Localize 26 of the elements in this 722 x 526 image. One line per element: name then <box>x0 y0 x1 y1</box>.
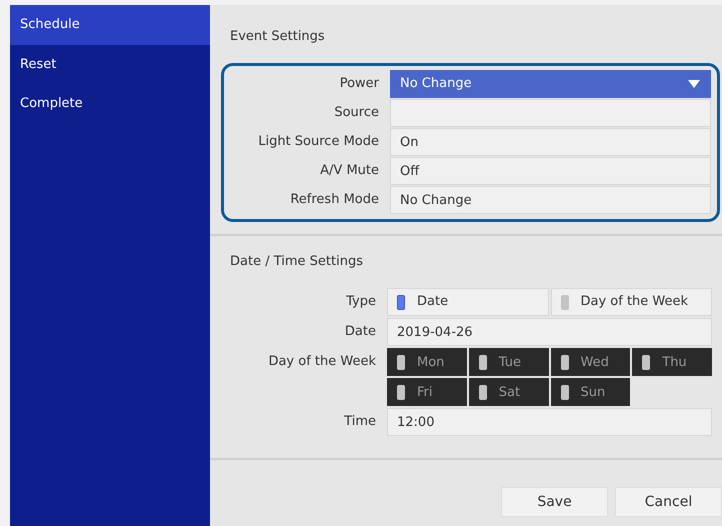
time-field[interactable]: 12:00 <box>387 408 712 436</box>
cancel-button[interactable]: Cancel <box>615 487 722 517</box>
field-label: Date <box>344 323 377 341</box>
radio-option[interactable]: Day of the Week <box>550 288 712 316</box>
field-label: Power <box>338 75 380 93</box>
value-field[interactable] <box>390 99 711 127</box>
power-dropdown[interactable]: No Change <box>390 70 711 98</box>
section-title: Date / Time Settings <box>229 253 364 271</box>
field-label: Type <box>345 293 377 311</box>
sidebar-item[interactable]: Complete <box>10 84 210 123</box>
field-label: Source <box>333 104 380 122</box>
caret-icon <box>688 80 700 88</box>
field-label: A/V Mute <box>319 162 380 180</box>
section-title: Event Settings <box>229 28 326 46</box>
field-label: Day of the Week <box>267 353 377 371</box>
value-field[interactable]: No Change <box>390 186 711 214</box>
save-button[interactable]: Save <box>501 487 608 517</box>
value-field[interactable]: On <box>390 128 711 156</box>
sidebar-item[interactable]: Schedule <box>10 5 210 45</box>
sidebar-item[interactable]: Reset <box>10 45 210 84</box>
date-field[interactable]: 2019-04-26 <box>387 318 712 346</box>
field-label: Time <box>343 413 377 431</box>
field-label: Refresh Mode <box>289 191 380 209</box>
field-label: Light Source Mode <box>257 133 380 151</box>
radio-option[interactable]: Date <box>387 288 548 316</box>
value-field[interactable]: Off <box>390 157 711 185</box>
